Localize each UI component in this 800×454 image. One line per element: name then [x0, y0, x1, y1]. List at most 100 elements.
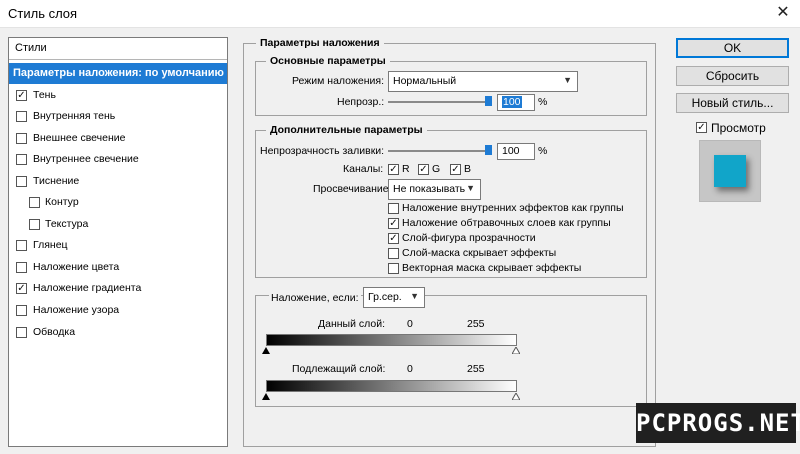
fill-opacity-label: Непрозрачность заливки: — [260, 145, 385, 157]
preview-swatch — [714, 155, 746, 187]
style-item-inner-shadow[interactable]: Внутренняя тень — [9, 106, 227, 127]
opacity-input[interactable]: 100 — [497, 94, 535, 111]
vector-mask-hides-label: Векторная маска скрывает эффекты — [402, 262, 582, 274]
style-item-label: Тиснение — [33, 175, 80, 187]
channel-b-checkbox[interactable]: ✓ — [450, 164, 461, 175]
style-item-bevel-emboss[interactable]: Тиснение — [9, 171, 227, 192]
style-item-pattern-overlay[interactable]: Наложение узора — [9, 300, 227, 321]
gradient-overlay-checkbox[interactable]: ✓ — [16, 283, 27, 294]
this-layer-label: Данный слой: — [318, 318, 385, 330]
style-item-label: Текстура — [45, 218, 89, 230]
fill-opacity-percent: % — [538, 145, 548, 157]
chevron-down-icon: ▼ — [563, 75, 572, 85]
fill-opacity-value: 100 — [502, 145, 520, 157]
close-icon[interactable]: ✕ — [770, 2, 796, 24]
color-overlay-checkbox[interactable] — [16, 262, 27, 273]
style-item-inner-glow[interactable]: Внутреннее свечение — [9, 149, 227, 170]
blend-interior-label: Наложение внутренних эффектов как группы — [402, 202, 624, 214]
advanced-params-title: Дополнительные параметры — [266, 124, 427, 136]
channel-g-label: G — [432, 163, 441, 175]
channel-b-label: B — [464, 163, 472, 175]
inner-shadow-checkbox[interactable] — [16, 111, 27, 122]
style-item-texture[interactable]: Текстура — [9, 214, 227, 235]
style-item-label: Наложение узора — [33, 304, 120, 316]
blend-mode-select[interactable]: Нормальный ▼ — [388, 71, 578, 92]
style-item-contour[interactable]: Контур — [9, 192, 227, 213]
inner-glow-checkbox[interactable] — [16, 154, 27, 165]
style-item-satin[interactable]: Глянец — [9, 235, 227, 256]
watermark: PCPROGS.NET — [636, 403, 800, 443]
channels-label: Каналы: — [343, 163, 384, 175]
basic-params-title: Основные параметры — [266, 55, 390, 67]
knockout-value: Не показывать — [393, 183, 466, 195]
fill-opacity-slider[interactable] — [388, 150, 492, 152]
blend-clipped-checkbox[interactable]: ✓ — [388, 218, 399, 229]
channel-r-label: R — [402, 163, 410, 175]
style-item-label: Внутреннее свечение — [33, 153, 139, 165]
fill-opacity-input[interactable]: 100 — [497, 143, 535, 160]
style-item-color-overlay[interactable]: Наложение цвета — [9, 257, 227, 278]
fill-opacity-slider-handle[interactable] — [485, 145, 492, 155]
satin-checkbox[interactable] — [16, 240, 27, 251]
this-layer-white-handle[interactable] — [512, 347, 520, 354]
opacity-slider-handle[interactable] — [485, 96, 492, 106]
style-item-gradient-overlay[interactable]: ✓ Наложение градиента — [9, 278, 227, 299]
reset-button[interactable]: Сбросить — [676, 66, 789, 86]
layer-mask-hides-checkbox[interactable] — [388, 248, 399, 259]
knockout-label: Просвечивание: — [313, 183, 392, 195]
stroke-checkbox[interactable] — [16, 327, 27, 338]
style-item-label: Тень — [33, 89, 56, 101]
transparency-shapes-checkbox[interactable]: ✓ — [388, 233, 399, 244]
new-style-button[interactable]: Новый стиль... — [676, 93, 789, 113]
style-item-label: Контур — [45, 196, 79, 208]
style-item-label: Обводка — [33, 326, 76, 338]
opacity-percent: % — [538, 96, 548, 108]
knockout-select[interactable]: Не показывать ▼ — [388, 179, 481, 200]
window-title: Стиль слоя — [8, 6, 78, 21]
style-item-drop-shadow[interactable]: ✓ Тень — [9, 85, 227, 106]
pattern-overlay-checkbox[interactable] — [16, 305, 27, 316]
preview-label: Просмотр — [711, 121, 766, 135]
blend-mode-value: Нормальный — [393, 75, 457, 87]
blend-if-select[interactable]: Гр.сер. ▼ — [363, 287, 425, 308]
this-layer-black-handle[interactable] — [262, 347, 270, 354]
title-bar: Стиль слоя ✕ — [0, 0, 800, 28]
chevron-down-icon: ▼ — [410, 291, 419, 301]
styles-list: Стили Параметры наложения: по умолчанию … — [8, 37, 228, 447]
style-item-outer-glow[interactable]: Внешнее свечение — [9, 128, 227, 149]
this-layer-min: 0 — [407, 318, 413, 330]
bevel-emboss-checkbox[interactable] — [16, 176, 27, 187]
drop-shadow-checkbox[interactable]: ✓ — [16, 90, 27, 101]
contour-checkbox[interactable] — [29, 197, 40, 208]
texture-checkbox[interactable] — [29, 219, 40, 230]
layer-mask-hides-label: Слой-маска скрывает эффекты — [402, 247, 557, 259]
underlying-layer-white-handle[interactable] — [512, 393, 520, 400]
chevron-down-icon: ▼ — [466, 183, 475, 193]
transparency-shapes-label: Слой-фигура прозрачности — [402, 232, 536, 244]
underlying-layer-black-handle[interactable] — [262, 393, 270, 400]
vector-mask-hides-checkbox[interactable] — [388, 263, 399, 274]
style-item-label: Глянец — [33, 239, 68, 251]
style-preview — [699, 140, 761, 202]
this-layer-max: 255 — [467, 318, 485, 330]
channel-g-checkbox[interactable]: ✓ — [418, 164, 429, 175]
underlying-layer-max: 255 — [467, 363, 485, 375]
style-item-label: Внутренняя тень — [33, 110, 116, 122]
blending-options-title: Параметры наложения — [256, 37, 384, 49]
style-item-label: Внешнее свечение — [33, 132, 126, 144]
opacity-slider[interactable] — [388, 101, 492, 103]
ok-button[interactable]: OK — [676, 38, 789, 58]
style-item-stroke[interactable]: Обводка — [9, 322, 227, 343]
blend-clipped-label: Наложение обтравочных слоев как группы — [402, 217, 611, 229]
underlying-layer-min: 0 — [407, 363, 413, 375]
blend-mode-label: Режим наложения: — [292, 75, 385, 87]
blend-interior-checkbox[interactable] — [388, 203, 399, 214]
outer-glow-checkbox[interactable] — [16, 133, 27, 144]
channel-r-checkbox[interactable]: ✓ — [388, 164, 399, 175]
preview-checkbox[interactable]: ✓ — [696, 122, 707, 133]
style-item-blending-options[interactable]: Параметры наложения: по умолчанию — [9, 63, 227, 84]
opacity-label: Непрозр.: — [337, 96, 385, 108]
this-layer-gradient — [266, 334, 517, 346]
blend-if-label: Наложение, если: — [269, 292, 361, 304]
underlying-layer-gradient — [266, 380, 517, 392]
